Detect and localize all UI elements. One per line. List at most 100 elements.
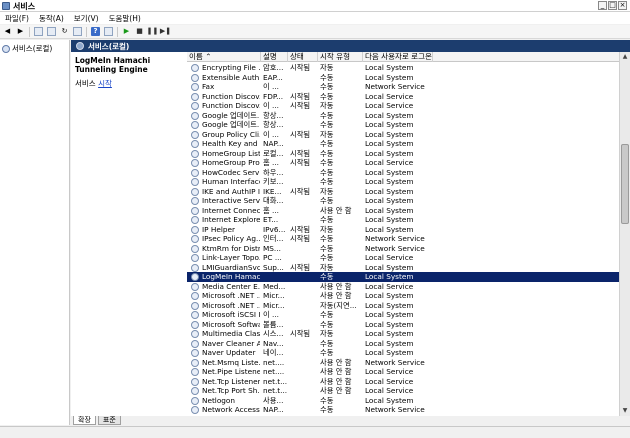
table-row[interactable]: KtmRm for Distri...MS... 수동 Network Servic…: [187, 244, 619, 254]
service-gear-icon: [191, 311, 199, 319]
table-row[interactable]: Net.Pipe Listene...net.... 사용 안 함 Local Se…: [187, 367, 619, 377]
service-description: 암호...: [263, 63, 284, 72]
service-description: 로컬...: [263, 148, 284, 158]
service-startup-type: 자동: [320, 262, 334, 272]
service-startup-type: 수동: [320, 253, 334, 262]
service-name: Group Policy Cli...: [202, 129, 260, 139]
status-bar: [0, 426, 630, 438]
service-gear-icon: [191, 301, 199, 310]
service-description: Med...: [263, 281, 286, 291]
table-row[interactable]: Internet Connect...홈 ... 사용 안 함 Local Syst…: [187, 206, 619, 216]
stop-icon[interactable]: ■: [135, 27, 144, 36]
table-row[interactable]: Microsoft .NET ... Micr... 자동(지연... Local S…: [187, 301, 619, 311]
pause-icon[interactable]: ❚❚: [147, 27, 159, 36]
table-row[interactable]: Interactive Servi...대화... 수동 Local System: [187, 196, 619, 206]
vertical-scrollbar[interactable]: ▲ ▼: [619, 52, 630, 416]
resume-icon[interactable]: ▶❚: [160, 27, 171, 36]
menu-help[interactable]: 도움말(H): [109, 13, 141, 24]
table-row[interactable]: LogMeIn Hamac... 수동 Local System: [187, 272, 619, 282]
minimize-button[interactable]: _: [598, 1, 607, 10]
start-icon[interactable]: ▶: [122, 27, 131, 36]
column-header-startup-type[interactable]: 시작 유형: [318, 52, 363, 62]
forward-icon[interactable]: ▶: [16, 27, 25, 36]
column-header-name[interactable]: 이름 ⌃: [187, 52, 261, 62]
menu-action[interactable]: 동작(A): [39, 13, 64, 24]
table-row[interactable]: Microsoft iSCSI I...이 ... 수동 Local System: [187, 310, 619, 320]
service-log-on-as: Network Service: [365, 243, 425, 253]
service-gear-icon: [191, 387, 199, 395]
table-row[interactable]: Function Discov... 이 ... 시작됨 자동 Local Servic…: [187, 101, 619, 111]
service-description: net....: [263, 357, 285, 367]
table-row[interactable]: Microsoft Softwa...볼륨... 수동 Local System: [187, 320, 619, 330]
table-row[interactable]: Net.Tcp Port Sh... net.t... 사용 안 함 Local Se…: [187, 386, 619, 396]
service-startup-type: 사용 안 함: [320, 367, 352, 376]
menu-file[interactable]: 파일(F): [5, 13, 29, 24]
properties-icon[interactable]: [47, 27, 56, 36]
table-row[interactable]: Net.Tcp Listener...net.t... 사용 안 함 Local S…: [187, 377, 619, 387]
export-icon[interactable]: [73, 27, 82, 36]
service-gear-icon: [191, 130, 199, 139]
table-row[interactable]: Fax 이 ... 수동 Network Service: [187, 82, 619, 92]
table-row[interactable]: Group Policy Cli... 이 ... 시작됨 자동 Local Syste…: [187, 130, 619, 140]
maximize-button[interactable]: □: [608, 1, 617, 10]
table-row[interactable]: Multimedia Clas...시스... 시작됨 자동 Local System: [187, 329, 619, 339]
column-header-description[interactable]: 설명: [261, 52, 288, 62]
service-name: Link-Layer Topo...: [202, 253, 260, 262]
table-row[interactable]: Microsoft .NET ... Micr... 사용 안 함 Local Sys…: [187, 291, 619, 301]
table-row[interactable]: IP Helper IPv6... 시작됨 자동 Local System: [187, 225, 619, 235]
console-tree-icon[interactable]: [34, 27, 43, 36]
scroll-down-icon[interactable]: ▼: [620, 406, 630, 416]
table-row[interactable]: HowCodec Servi...하우... 수동 Local System: [187, 168, 619, 178]
help-icon[interactable]: ?: [91, 27, 100, 36]
table-row[interactable]: Network Access...NAP... 수동 Network Service: [187, 405, 619, 415]
tab-standard[interactable]: 표준: [97, 416, 121, 425]
service-status: 시작됨: [290, 148, 311, 158]
scroll-up-icon[interactable]: ▲: [620, 52, 630, 62]
column-header-status[interactable]: 상태: [288, 52, 318, 62]
service-log-on-as: Local System: [365, 110, 414, 120]
service-startup-type: 사용 안 함: [320, 376, 352, 386]
table-row[interactable]: IPsec Policy Ag... 인터... 시작됨 수동 Network Serv…: [187, 234, 619, 244]
table-row[interactable]: Encrypting File ... 암호... 시작됨 자동 Local Syste…: [187, 63, 619, 73]
table-row[interactable]: Extensible Auth... EAP... 수동 Local System: [187, 73, 619, 83]
show-scope-icon[interactable]: [104, 27, 113, 36]
gear-icon: [76, 42, 84, 50]
table-row[interactable]: Health Key and ...NAP... 수동 Local System: [187, 139, 619, 149]
description-panel: LogMeIn Hamachi Tunneling Engine 서비스 시작: [71, 52, 187, 416]
service-description: 네이...: [263, 348, 284, 357]
pane-header: 서비스(로컬): [71, 40, 630, 52]
table-row[interactable]: Netlogon 사용... 수동 Local System: [187, 396, 619, 406]
table-row[interactable]: Media Center E... Med... 사용 안 함 Local Servi…: [187, 282, 619, 292]
service-name: Net.Msmq Liste...: [202, 357, 260, 367]
table-row[interactable]: Net.Msmq Liste... net.... 사용 안 함 Network Se…: [187, 358, 619, 368]
table-row[interactable]: HomeGroup Pro...홈 ... 시작됨 수동 Local Service: [187, 158, 619, 168]
window-title: 서비스: [13, 2, 36, 11]
service-description: IPv6...: [263, 224, 286, 234]
table-row[interactable]: Human Interface...키보... 수동 Local System: [187, 177, 619, 187]
menu-view[interactable]: 보기(V): [74, 13, 99, 24]
back-icon[interactable]: ◀: [3, 27, 12, 36]
service-startup-type: 수동: [320, 120, 334, 129]
table-row[interactable]: Function Discov... FDP... 시작됨 수동 Local Servi…: [187, 92, 619, 102]
close-button[interactable]: ×: [618, 1, 627, 10]
service-description: 하우...: [263, 167, 284, 177]
table-row[interactable]: Internet Explorer...ET... 수동 Local System: [187, 215, 619, 225]
service-log-on-as: Local System: [365, 329, 414, 338]
table-row[interactable]: IKE and AuthIP I...IKE... 시작됨 자동 Local Syst…: [187, 187, 619, 197]
scroll-thumb[interactable]: [621, 144, 629, 224]
table-row[interactable]: Google 업데이트... 항상... 수동 Local System: [187, 120, 619, 130]
service-gear-icon: [191, 121, 199, 129]
service-log-on-as: Local Service: [365, 281, 414, 291]
table-row[interactable]: Naver Updater 네이... 수동 Local System: [187, 348, 619, 358]
table-row[interactable]: HomeGroup List...로컬... 시작됨 수동 Local System: [187, 149, 619, 159]
tab-extended[interactable]: 확장: [73, 416, 96, 425]
column-header-log-on-as[interactable]: 다음 사용자로 로그온: [363, 52, 433, 62]
table-row[interactable]: Link-Layer Topo... PC ... 수동 Local Service: [187, 253, 619, 263]
table-row[interactable]: Google 업데이트... 항상... 수동 Local System: [187, 111, 619, 121]
refresh-icon[interactable]: ↻: [60, 27, 69, 36]
table-row[interactable]: LMIGuardianSvc Sup... 시작됨 자동 Local System: [187, 263, 619, 273]
service-name: Net.Tcp Listener...: [202, 376, 260, 386]
start-service-link[interactable]: 시작: [98, 79, 112, 88]
table-row[interactable]: Naver Cleaner A...Nav... 수동 Local System: [187, 339, 619, 349]
tree-item-services-local[interactable]: 서비스(로컬): [2, 43, 52, 54]
